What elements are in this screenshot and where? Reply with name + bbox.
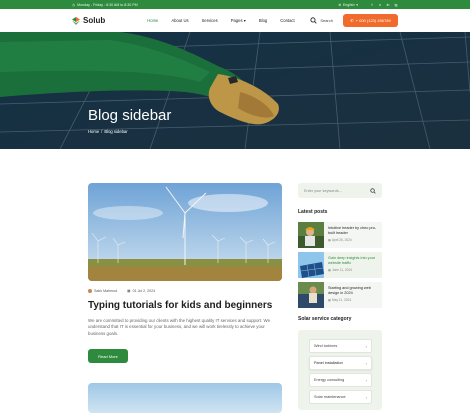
latest-post-title[interactable]: Gain deep insights into your website tra… xyxy=(328,256,378,266)
category-item[interactable]: Panel installation › xyxy=(309,356,372,370)
language-label: English xyxy=(342,2,355,7)
post-date: ▦ 01 Jul 2, 2024 xyxy=(127,289,155,293)
category-label: Wind turbines xyxy=(314,344,338,348)
chevron-right-icon: › xyxy=(365,394,367,400)
calendar-icon: ▦ xyxy=(328,267,332,272)
instagram-icon[interactable]: ig xyxy=(394,3,398,7)
breadcrumb-current: Blog sidebar xyxy=(104,129,128,134)
latest-post-date: ▦ June 11, 2024 xyxy=(328,268,378,272)
latest-post-item[interactable]: Intuitive header by cheo pro-built heade… xyxy=(298,222,382,248)
latest-post-date: ▦ May 11, 2024 xyxy=(328,298,378,302)
logo[interactable]: Solub xyxy=(72,16,105,25)
latest-post-thumbnail xyxy=(298,222,324,248)
page-hero: Blog sidebar Home / Blog sidebar xyxy=(0,32,470,149)
language-selector[interactable]: ⊕ English ▾ xyxy=(338,3,358,7)
chevron-right-icon: › xyxy=(365,343,367,349)
calendar-icon: ▦ xyxy=(328,237,332,242)
latest-post-date: ▦ April 26, 2024 xyxy=(328,238,378,242)
clock-icon: ◷ xyxy=(72,2,76,7)
post-meta: Sakir Mahmud ▦ 01 Jul 2, 2024 xyxy=(88,289,155,293)
calendar-icon: ▦ xyxy=(127,289,131,293)
search-icon xyxy=(310,17,317,24)
nav-pages-label: Pages xyxy=(230,18,243,23)
nav-contact[interactable]: Contact xyxy=(280,18,294,23)
post-image[interactable] xyxy=(88,183,282,281)
latest-post-thumbnail xyxy=(298,282,324,308)
worker-image xyxy=(298,222,324,248)
latest-post-date-text: June 11, 2024 xyxy=(332,267,352,272)
category-heading: Solar service category xyxy=(298,316,352,322)
category-item[interactable]: Wind turbines › xyxy=(309,339,372,353)
latest-post-date-text: April 26, 2024 xyxy=(332,237,352,242)
post-title[interactable]: Typing tutorials for kids and beginners xyxy=(88,300,272,311)
chevron-right-icon: › xyxy=(365,377,367,383)
latest-post-title[interactable]: Intuitive header by cheo pro-built heade… xyxy=(328,226,378,236)
post-excerpt: We are committed to providing our client… xyxy=(88,318,271,336)
nav-services[interactable]: Services xyxy=(202,18,218,23)
breadcrumb: Home / Blog sidebar xyxy=(88,129,128,134)
facebook-icon[interactable]: f xyxy=(370,3,374,7)
chevron-down-icon: ▾ xyxy=(356,2,358,7)
hours-text: Monday - Friday : 8:30 AM to 8:30 PM xyxy=(77,2,138,7)
nav-blog[interactable]: Blog xyxy=(259,18,267,23)
solar-installer-image xyxy=(298,282,324,308)
nav-home[interactable]: Home xyxy=(147,18,158,23)
main-nav: Home About Us Services Pages ▾ Blog Cont… xyxy=(147,18,294,23)
wind-turbine-image xyxy=(88,183,282,281)
chevron-down-icon: ▾ xyxy=(243,18,246,23)
nav-pages[interactable]: Pages ▾ xyxy=(231,18,246,23)
linkedin-icon[interactable]: in xyxy=(386,3,390,7)
category-item[interactable]: Energy consulting › xyxy=(309,373,372,387)
breadcrumb-separator: / xyxy=(101,129,103,134)
latest-post-thumbnail xyxy=(298,252,324,278)
sidebar-search[interactable]: Enter your keywords... xyxy=(298,183,382,198)
post-author[interactable]: Sakir Mahmud xyxy=(88,289,117,293)
hero-solar-panel-image xyxy=(0,32,470,149)
author-name: Sakir Mahmud xyxy=(94,289,118,293)
search-icon[interactable] xyxy=(370,187,376,194)
category-label: Energy consulting xyxy=(314,378,345,382)
nav-about[interactable]: About Us xyxy=(171,18,188,23)
category-label: Solar maintenance xyxy=(314,395,346,399)
latest-post-item[interactable]: Gain deep insights into your website tra… xyxy=(298,252,382,278)
read-more-button[interactable]: Read More xyxy=(88,349,128,363)
solar-panel-image xyxy=(298,252,324,278)
post-date-text: 01 Jul 2, 2024 xyxy=(132,289,156,293)
calendar-icon: ▦ xyxy=(328,297,332,302)
globe-icon: ⊕ xyxy=(338,2,342,7)
latest-post-item[interactable]: Starting and growing web design in 2024 … xyxy=(298,282,382,308)
logo-text: Solub xyxy=(83,16,106,25)
chevron-right-icon: › xyxy=(365,360,367,366)
phone-icon: ✆ xyxy=(350,18,354,23)
page-title: Blog sidebar xyxy=(88,107,172,124)
top-bar: ◷ Monday - Friday : 8:30 AM to 8:30 PM ⊕… xyxy=(0,0,470,9)
call-button[interactable]: ✆ + 000 (123) 456789 xyxy=(343,14,398,27)
breadcrumb-home[interactable]: Home xyxy=(88,129,99,134)
category-label: Panel installation xyxy=(314,361,343,365)
logo-icon xyxy=(72,16,80,25)
second-post-image[interactable] xyxy=(88,383,282,413)
latest-post-title[interactable]: Starting and growing web design in 2024 xyxy=(328,286,378,296)
latest-posts-heading: Latest posts xyxy=(298,209,328,215)
header-search[interactable]: Search xyxy=(310,17,333,24)
search-label: Search xyxy=(320,18,333,23)
x-icon[interactable]: x xyxy=(378,3,382,7)
business-hours: ◷ Monday - Friday : 8:30 AM to 8:30 PM xyxy=(72,3,138,7)
call-button-label: + 000 (123) 456789 xyxy=(355,18,391,23)
sidebar-search-input[interactable]: Enter your keywords... xyxy=(304,189,342,193)
latest-post-date-text: May 11, 2024 xyxy=(332,297,352,302)
avatar xyxy=(88,289,92,293)
site-header: Solub Home About Us Services Pages ▾ Blo… xyxy=(0,9,470,32)
